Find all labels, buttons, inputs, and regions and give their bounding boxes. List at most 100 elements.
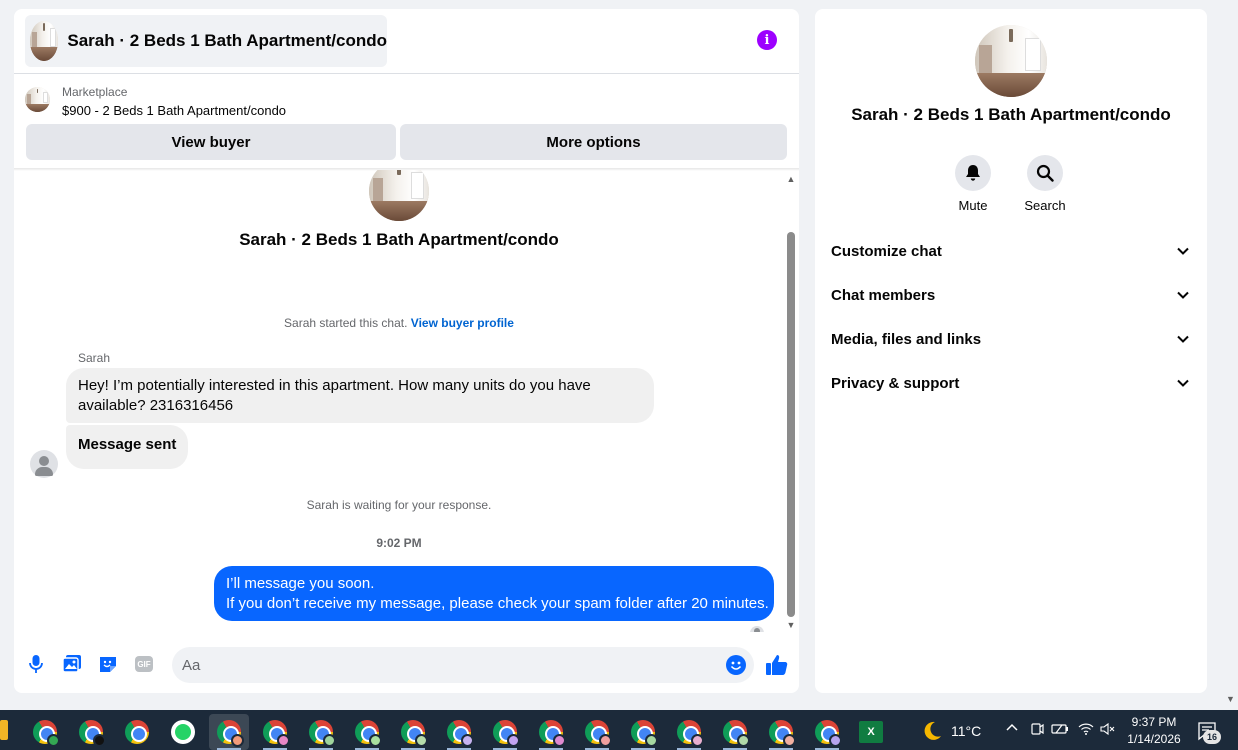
microphone-icon[interactable] [25, 653, 47, 675]
chrome-icon [815, 720, 842, 747]
taskbar-chrome-profile[interactable] [393, 714, 433, 750]
chrome-icon [585, 720, 612, 747]
taskbar-chrome-profile[interactable] [301, 714, 341, 750]
more-options-button[interactable]: More options [400, 124, 787, 160]
message-composer: GIF [14, 639, 799, 689]
chevron-down-icon [1177, 291, 1189, 299]
section-label: Chat members [831, 286, 936, 304]
system-clock[interactable]: 9:37 PM 1/14/2026 [1126, 714, 1182, 748]
chat-title-button[interactable]: Sarah · 2 Beds 1 Bath Apartment/condo [25, 15, 387, 67]
notification-count-badge: 16 [1203, 730, 1221, 744]
gif-icon[interactable]: GIF [133, 653, 155, 675]
chevron-up-icon[interactable] [1006, 722, 1018, 737]
screen: Sarah · 2 Beds 1 Bath Apartment/condo i … [0, 0, 1238, 750]
wifi-icon[interactable] [1078, 722, 1094, 739]
listing-category: Marketplace [62, 85, 128, 99]
search-button[interactable]: Search [1015, 155, 1075, 213]
taskbar-chrome-profile[interactable] [485, 714, 525, 750]
weather-temperature[interactable]: 11°C [951, 723, 981, 739]
chrome-icon [769, 720, 796, 747]
taskbar-chrome-profile-b[interactable] [71, 714, 111, 750]
taskbar-chrome-profile[interactable] [623, 714, 663, 750]
message-timestamp: 9:02 PM [376, 536, 422, 550]
info-title: Sarah · 2 Beds 1 Bath Apartment/condo [851, 105, 1171, 124]
message-input[interactable] [172, 647, 754, 683]
chevron-down-icon [1177, 335, 1189, 343]
file-explorer-icon[interactable] [0, 720, 8, 740]
chrome-icon [723, 720, 750, 747]
page-scroll-down-icon[interactable]: ▼ [1226, 694, 1235, 704]
mute-button[interactable]: Mute [943, 155, 1003, 213]
taskbar-whatsapp[interactable] [163, 714, 203, 750]
chrome-icon [79, 720, 106, 747]
chrome-icon [125, 720, 149, 744]
search-label: Search [1024, 198, 1066, 213]
conversation-title: Sarah · 2 Beds 1 Bath Apartment/condo [239, 230, 559, 249]
taskbar-chrome-active[interactable] [209, 714, 249, 750]
photo-icon[interactable] [61, 653, 83, 675]
chrome-icon [677, 720, 704, 747]
media-files-links-section[interactable]: Media, files and links [823, 319, 1199, 359]
section-label: Privacy & support [831, 374, 960, 392]
chat-panel: Sarah · 2 Beds 1 Bath Apartment/condo i … [14, 9, 799, 693]
thumbs-up-icon[interactable] [765, 653, 789, 677]
chrome-icon [493, 720, 520, 747]
chat-started-text: Sarah started this chat. [284, 316, 408, 330]
scroll-down-arrow-icon[interactable]: ▼ [785, 620, 797, 630]
gif-label: GIF [135, 656, 153, 672]
taskbar-excel[interactable]: X [851, 714, 891, 750]
taskbar-chrome-profile[interactable] [577, 714, 617, 750]
chevron-down-icon [1177, 379, 1189, 387]
search-icon [1027, 155, 1063, 191]
battery-icon[interactable] [1051, 722, 1069, 739]
sender-avatar[interactable] [30, 450, 58, 478]
conversation-info-panel: Sarah · 2 Beds 1 Bath Apartment/condo Mu… [815, 9, 1207, 693]
info-avatar [975, 25, 1047, 97]
volume-muted-icon[interactable] [1100, 722, 1116, 739]
chrome-icon [263, 720, 290, 747]
message-scrollbar[interactable]: ▲ ▼ [785, 172, 797, 632]
taskbar-chrome[interactable] [117, 714, 157, 750]
waiting-notice: Sarah is waiting for your response. [306, 498, 492, 512]
outgoing-message-line-1: I’ll message you soon. [226, 575, 375, 592]
outgoing-message-line-2: If you don’t receive my message, please … [226, 595, 769, 612]
customize-chat-section[interactable]: Customize chat [823, 231, 1199, 271]
taskbar-chrome-profile[interactable] [439, 714, 479, 750]
chrome-icon [539, 720, 566, 747]
outgoing-message[interactable]: I’ll message you soon. If you don’t rece… [214, 566, 774, 621]
incoming-message[interactable]: Hey! I’m potentially interested in this … [66, 368, 654, 423]
excel-icon: X [859, 721, 883, 743]
listing-avatar [30, 21, 59, 61]
taskbar-chrome-profile[interactable] [761, 714, 801, 750]
scroll-thumb[interactable] [787, 232, 795, 617]
chrome-icon [217, 720, 244, 747]
listing-summary[interactable]: Marketplace $900 - 2 Beds 1 Bath Apartme… [25, 83, 425, 123]
taskbar-chrome-profile-a[interactable] [25, 714, 65, 750]
view-buyer-profile-link[interactable]: View buyer profile [411, 316, 514, 330]
clock-date: 1/14/2026 [1127, 732, 1181, 746]
incoming-message-sent-notice[interactable]: Message sent [66, 425, 189, 469]
scroll-up-arrow-icon[interactable]: ▲ [785, 174, 797, 184]
chrome-icon [309, 720, 336, 747]
taskbar-chrome-profile[interactable] [669, 714, 709, 750]
listing-thumbnail [25, 87, 50, 112]
privacy-support-section[interactable]: Privacy & support [823, 363, 1199, 403]
message-list[interactable]: Sarah · 2 Beds 1 Bath Apartment/condo Sa… [14, 170, 799, 632]
info-icon[interactable]: i [757, 30, 777, 50]
sender-name: Sarah [78, 351, 111, 365]
clock-time: 9:37 PM [1131, 715, 1177, 729]
taskbar-chrome-profile[interactable] [255, 714, 295, 750]
chrome-icon [401, 720, 428, 747]
sticker-icon[interactable] [97, 653, 119, 675]
taskbar-chrome-profile[interactable] [347, 714, 387, 750]
taskbar-chrome-profile[interactable] [715, 714, 755, 750]
chat-members-section[interactable]: Chat members [823, 275, 1199, 315]
weather-moon-icon[interactable] [921, 720, 943, 742]
mute-label: Mute [958, 198, 988, 213]
meet-now-icon[interactable] [1030, 722, 1044, 739]
view-buyer-button[interactable]: View buyer [26, 124, 396, 160]
emoji-icon[interactable] [726, 655, 746, 675]
taskbar-chrome-profile[interactable] [807, 714, 847, 750]
chevron-down-icon [1177, 247, 1189, 255]
taskbar-chrome-profile[interactable] [531, 714, 571, 750]
